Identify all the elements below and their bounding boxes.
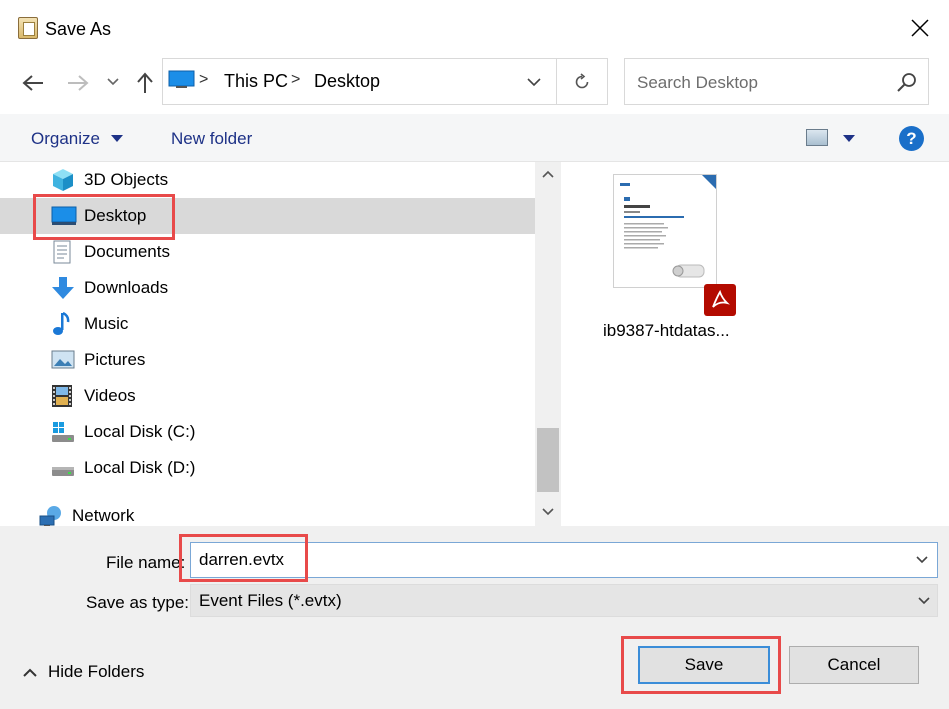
- chevron-down-icon: [527, 77, 541, 86]
- scroll-down-button[interactable]: [540, 504, 556, 520]
- app-icon: [18, 17, 38, 39]
- search-input[interactable]: [637, 71, 887, 95]
- up-button[interactable]: [130, 68, 160, 98]
- caret-down-icon[interactable]: [111, 135, 123, 142]
- sidebar-item-videos[interactable]: Videos: [0, 378, 535, 414]
- search-icon[interactable]: [896, 72, 918, 94]
- arrow-left-icon: [22, 75, 43, 91]
- command-bar: Organize New folder ?: [0, 114, 949, 162]
- sidebar-item-label: Network: [72, 506, 135, 525]
- sidebar-scrollbar[interactable]: [535, 162, 561, 526]
- sidebar-item-label: Music: [84, 314, 129, 333]
- scroll-up-button[interactable]: [540, 166, 556, 182]
- drive-icon: [51, 456, 75, 480]
- windows-drive-icon: [51, 420, 75, 444]
- sidebar-item-pictures[interactable]: Pictures: [0, 342, 535, 378]
- address-dropdown-button[interactable]: [519, 71, 549, 93]
- refresh-button[interactable]: [565, 69, 599, 95]
- save-type-select[interactable]: Event Files (*.evtx): [190, 584, 938, 617]
- close-button[interactable]: [897, 8, 943, 48]
- back-button[interactable]: [18, 68, 48, 98]
- sidebar-item-label: Videos: [84, 386, 136, 405]
- file-name-field-label: File name:: [106, 553, 186, 572]
- scrollbar-thumb[interactable]: [537, 428, 559, 492]
- download-arrow-icon: [51, 276, 75, 300]
- file-name-label[interactable]: ib9387-htdatas...: [603, 321, 730, 341]
- file-name-dropdown-button[interactable]: [911, 551, 933, 569]
- save-options-panel: File name: Save as type: Event Files (*.…: [0, 526, 949, 709]
- arrow-right-icon: [68, 75, 89, 91]
- film-icon: [51, 384, 75, 408]
- documents-icon: [51, 240, 75, 264]
- sidebar-item-3d-objects[interactable]: 3D Objects: [0, 162, 535, 198]
- breadcrumb-separator: >: [199, 71, 209, 88]
- sidebar-item-local-disk-d[interactable]: Local Disk (D:): [0, 450, 535, 486]
- pdf-icon: [704, 284, 736, 316]
- close-icon: [911, 19, 929, 37]
- organize-menu[interactable]: Organize: [31, 129, 100, 149]
- new-folder-button[interactable]: New folder: [171, 129, 252, 149]
- hide-folders-label: Hide Folders: [48, 662, 145, 681]
- breadcrumb-separator[interactable]: >: [291, 71, 300, 89]
- highlight-box-desktop: [33, 194, 175, 240]
- breadcrumb-this-pc[interactable]: This PC: [224, 71, 288, 92]
- sidebar-item-downloads[interactable]: Downloads: [0, 270, 535, 306]
- cancel-button[interactable]: Cancel: [789, 646, 919, 684]
- sidebar-item-label: Local Disk (C:): [84, 422, 196, 441]
- sidebar-item-music[interactable]: Music: [0, 306, 535, 342]
- sidebar-item-label: Pictures: [84, 350, 146, 369]
- chevron-down-icon: [107, 78, 119, 86]
- change-view-icon[interactable]: [806, 129, 828, 146]
- arrow-up-icon: [137, 72, 153, 93]
- forward-button[interactable]: [63, 68, 93, 98]
- recent-locations-button[interactable]: [104, 72, 122, 92]
- highlight-box-save: [621, 636, 781, 694]
- cube-3d-icon: [51, 168, 75, 192]
- file-list: ib9387-htdatas...: [563, 162, 949, 526]
- pdf-file-thumbnail[interactable]: [613, 174, 717, 288]
- chevron-up-icon: [542, 170, 554, 178]
- chevron-up-icon: [22, 664, 38, 680]
- address-bar[interactable]: > This PC > Desktop: [162, 58, 608, 105]
- sidebar-item-label: Documents: [84, 242, 170, 261]
- sidebar-item-local-disk-c[interactable]: Local Disk (C:): [0, 414, 535, 450]
- save-type-dropdown-button[interactable]: [913, 592, 935, 610]
- title-bar: Save As: [0, 0, 949, 58]
- sidebar-item-label: Downloads: [84, 278, 169, 297]
- pictures-icon: [51, 350, 75, 374]
- search-box[interactable]: [624, 58, 929, 105]
- sidebar-item-network[interactable]: Network: [0, 498, 535, 526]
- network-icon: [39, 504, 63, 526]
- hide-folders-button[interactable]: Hide Folders: [22, 661, 144, 683]
- sidebar-item-label: Local Disk (D:): [84, 458, 196, 477]
- save-type-value: Event Files (*.evtx): [199, 591, 342, 610]
- highlight-box-file-name: [179, 534, 308, 582]
- chevron-down-icon: [918, 597, 930, 605]
- divider: [556, 59, 557, 104]
- breadcrumb-desktop[interactable]: Desktop: [314, 71, 380, 92]
- window-title: Save As: [45, 19, 112, 39]
- music-note-icon: [51, 311, 75, 336]
- save-type-field-label: Save as type:: [86, 593, 190, 612]
- chevron-down-icon: [916, 556, 928, 564]
- help-icon[interactable]: ?: [899, 126, 924, 151]
- sidebar-item-label: 3D Objects: [84, 170, 169, 189]
- caret-down-icon[interactable]: [843, 135, 855, 142]
- refresh-icon: [575, 73, 589, 89]
- computer-icon: [168, 70, 195, 89]
- chevron-down-icon: [542, 508, 554, 516]
